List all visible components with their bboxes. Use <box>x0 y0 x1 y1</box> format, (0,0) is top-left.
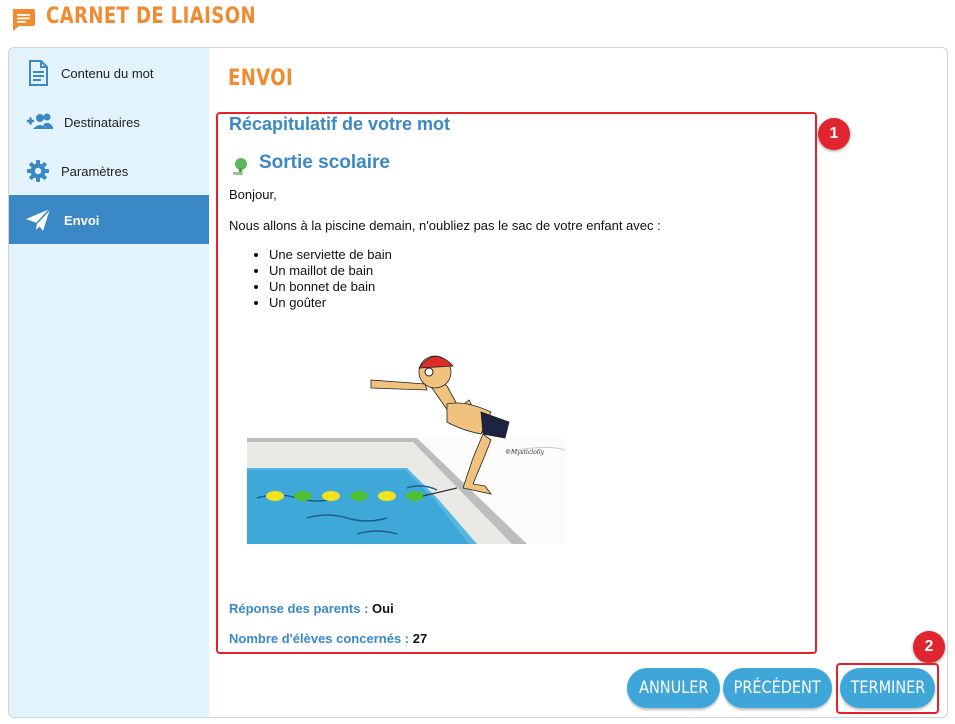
list-item: Un bonnet de bain <box>269 279 392 295</box>
recap-title: Récapitulatif de votre mot <box>229 114 451 134</box>
reponse-parents: Réponse des parents : Oui <box>229 601 394 616</box>
sidebar-item-label: Contenu du mot <box>61 66 154 81</box>
eleves-value: 27 <box>412 631 428 646</box>
gear-icon <box>27 160 49 182</box>
sidebar-item-label: Paramètres <box>61 164 129 179</box>
sidebar: Contenu du mot Destinataires Paramètres … <box>9 48 209 717</box>
mot-title: Sortie scolaire <box>259 152 390 173</box>
reponse-value: Oui <box>372 601 394 616</box>
list-item: Un goûter <box>269 295 392 311</box>
mot-body: Nous allons à la piscine demain, n'oubli… <box>229 218 661 233</box>
document-icon <box>29 60 48 86</box>
eleves-label: Nombre d'élèves concernés : <box>229 631 413 646</box>
message-icon <box>12 9 35 31</box>
mot-list: Une serviette de bain Un maillot de bain… <box>269 247 392 311</box>
sidebar-item-parametres[interactable]: Paramètres <box>9 146 209 195</box>
section-title: ENVOI <box>228 66 294 91</box>
precedent-label: PRÉCÉDENT <box>733 678 821 698</box>
annotation-badge-2: 2 <box>913 631 945 663</box>
sidebar-item-label: Envoi <box>64 213 100 228</box>
sidebar-item-contenu[interactable]: Contenu du mot <box>9 48 209 97</box>
swimmer-illustration: ©Mysticlolly <box>247 355 565 544</box>
list-item: Une serviette de bain <box>269 247 392 263</box>
terminer-label: TERMINER <box>850 678 925 698</box>
terminer-button[interactable]: TERMINER <box>840 668 935 708</box>
list-item: Un maillot de bain <box>269 263 392 279</box>
sidebar-item-destinataires[interactable]: Destinataires <box>9 97 209 146</box>
nombre-eleves: Nombre d'élèves concernés : 27 <box>229 631 427 646</box>
annuler-button[interactable]: ANNULER <box>627 668 720 708</box>
sidebar-item-envoi[interactable]: Envoi <box>9 195 209 244</box>
reponse-label: Réponse des parents : <box>229 601 373 616</box>
image-signature: ©Mysticlolly <box>505 449 545 456</box>
send-icon <box>26 208 51 231</box>
app-title: CARNET DE LIAISON <box>46 4 256 29</box>
precedent-button[interactable]: PRÉCÉDENT <box>723 668 832 708</box>
annuler-label: ANNULER <box>638 678 709 698</box>
annotation-badge-1: 1 <box>818 118 850 150</box>
tree-icon <box>233 158 247 175</box>
app-header: CARNET DE LIAISON <box>0 0 955 40</box>
main-frame: Contenu du mot Destinataires Paramètres … <box>8 47 948 718</box>
mot-greeting: Bonjour, <box>229 187 277 202</box>
add-group-icon <box>27 113 53 129</box>
sidebar-item-label: Destinataires <box>64 115 140 130</box>
